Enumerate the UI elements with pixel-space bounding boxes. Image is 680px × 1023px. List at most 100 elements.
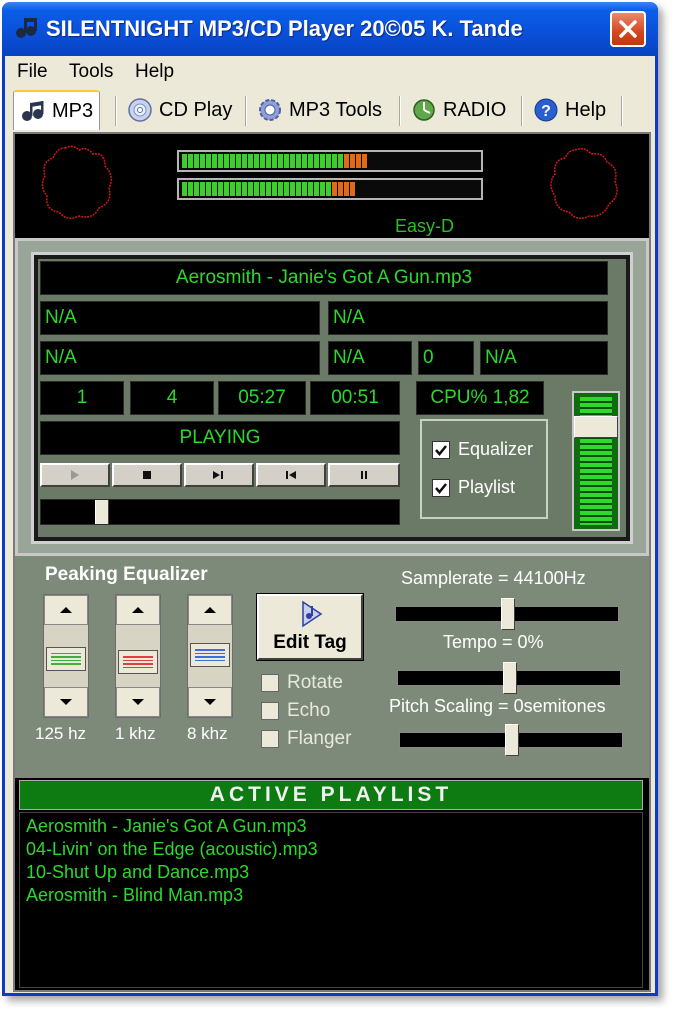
left-visualizer-scope xyxy=(41,145,112,219)
mp3-panel: Easy-D Aerosmith - Janie's Got A Gun.mp3… xyxy=(13,132,651,992)
playlist-item[interactable]: 04-Livin' on the Edge (acoustic).mp3 xyxy=(26,838,636,861)
pitch-slider[interactable] xyxy=(399,724,623,756)
eq-slider-125hz[interactable] xyxy=(43,594,89,718)
playlist-checkbox-row[interactable]: Playlist xyxy=(432,477,515,498)
radio-globe-icon xyxy=(413,99,435,121)
vu-segment xyxy=(188,154,193,168)
volume-thumb[interactable] xyxy=(574,416,618,439)
info-field-3: N/A xyxy=(40,341,320,375)
eq-up-button[interactable] xyxy=(188,595,232,625)
vu-segment xyxy=(368,182,373,196)
stop-icon xyxy=(143,471,151,479)
vu-segment xyxy=(296,182,301,196)
vu-segment xyxy=(344,154,349,168)
elapsed-time: 00:51 xyxy=(310,381,400,415)
close-button[interactable] xyxy=(610,11,646,47)
echo-option[interactable]: Echo xyxy=(261,700,330,722)
arrow-down-icon xyxy=(132,699,144,705)
vu-segment xyxy=(236,154,241,168)
eq-thumb[interactable] xyxy=(190,643,230,668)
tab-help[interactable]: ? Help xyxy=(527,92,612,128)
vu-segment xyxy=(254,154,259,168)
rotate-label: Rotate xyxy=(287,672,343,693)
total-time: 05:27 xyxy=(218,381,306,415)
tab-mp3[interactable]: MP3 xyxy=(13,90,101,130)
playlist-checkbox[interactable] xyxy=(432,478,450,497)
eq-down-button[interactable] xyxy=(44,687,88,717)
samplerate-thumb[interactable] xyxy=(501,598,515,630)
info-field-4: N/A xyxy=(328,341,412,375)
seek-bar[interactable] xyxy=(40,499,400,525)
eq-slider-8khz[interactable] xyxy=(187,594,233,718)
vu-segment xyxy=(182,182,187,196)
tempo-label: Tempo = 0% xyxy=(443,632,544,652)
tab-radio[interactable]: RADIO xyxy=(405,92,512,128)
equalizer-checkbox[interactable] xyxy=(432,440,450,459)
eq-down-button[interactable] xyxy=(116,687,160,717)
stop-button[interactable] xyxy=(112,463,182,487)
vu-segment xyxy=(248,182,253,196)
vu-segment xyxy=(272,182,277,196)
track-count: 4 xyxy=(130,381,214,415)
flanger-checkbox[interactable] xyxy=(261,730,279,748)
tab-separator xyxy=(521,96,523,126)
tab-separator xyxy=(245,96,247,126)
playlist-item[interactable]: Aerosmith - Blind Man.mp3 xyxy=(26,884,636,907)
vu-segment xyxy=(350,182,355,196)
vu-segment xyxy=(212,182,217,196)
eq-band-label: 125 hz xyxy=(35,724,87,743)
tempo-thumb[interactable] xyxy=(503,662,517,694)
volume-slider[interactable] xyxy=(572,391,620,531)
vu-segment xyxy=(434,154,439,168)
playlist-item[interactable]: 10-Shut Up and Dance.mp3 xyxy=(26,861,636,884)
vu-segment xyxy=(314,154,319,168)
rotate-checkbox[interactable] xyxy=(261,674,279,692)
vu-segment xyxy=(338,182,343,196)
vu-segment xyxy=(290,154,295,168)
prev-track-button[interactable] xyxy=(256,463,326,487)
vu-segment xyxy=(374,182,379,196)
vu-segment xyxy=(224,154,229,168)
vu-segment xyxy=(266,182,271,196)
vu-segment xyxy=(410,182,415,196)
playlist-list[interactable]: Aerosmith - Janie's Got A Gun.mp3 04-Liv… xyxy=(19,812,643,988)
equalizer-checkbox-row[interactable]: Equalizer xyxy=(432,439,533,460)
tab-separator xyxy=(399,96,401,126)
play-button[interactable] xyxy=(40,463,110,487)
vu-segment xyxy=(260,182,265,196)
eq-up-button[interactable] xyxy=(116,595,160,625)
vu-segment xyxy=(368,154,373,168)
menu-tools[interactable]: Tools xyxy=(69,61,113,83)
next-track-button[interactable] xyxy=(184,463,254,487)
vu-segment xyxy=(362,154,367,168)
menu-file[interactable]: File xyxy=(17,61,48,83)
tempo-slider[interactable] xyxy=(397,662,621,694)
eq-slider-1khz[interactable] xyxy=(115,594,161,718)
seek-thumb[interactable] xyxy=(95,500,110,524)
pitch-thumb[interactable] xyxy=(505,724,519,756)
vu-segment xyxy=(404,182,409,196)
tab-mp3-tools[interactable]: MP3 Tools xyxy=(251,92,388,128)
vu-segment xyxy=(422,182,427,196)
eq-up-button[interactable] xyxy=(44,595,88,625)
vu-segment xyxy=(236,182,241,196)
title-bar[interactable]: SILENTNIGHT MP3/CD Player 20©05 K. Tande xyxy=(2,2,658,56)
menu-bar: File Tools Help xyxy=(5,56,655,86)
flanger-option[interactable]: Flanger xyxy=(261,728,351,750)
tab-cd-play[interactable]: CD Play xyxy=(121,92,238,128)
pause-button[interactable] xyxy=(328,463,400,487)
edit-tag-button[interactable]: Edit Tag xyxy=(257,594,363,660)
arrow-up-icon xyxy=(132,607,144,613)
eq-thumb[interactable] xyxy=(118,650,158,675)
menu-help[interactable]: Help xyxy=(135,61,174,83)
playlist-item[interactable]: Aerosmith - Janie's Got A Gun.mp3 xyxy=(26,815,636,838)
svg-text:?: ? xyxy=(541,103,551,120)
eq-thumb[interactable] xyxy=(46,646,86,671)
eq-down-button[interactable] xyxy=(188,687,232,717)
vu-segment xyxy=(284,182,289,196)
rotate-option[interactable]: Rotate xyxy=(261,672,343,694)
vu-segment xyxy=(254,182,259,196)
samplerate-slider[interactable] xyxy=(395,598,619,630)
music-notes-icon xyxy=(22,101,44,121)
echo-checkbox[interactable] xyxy=(261,702,279,720)
